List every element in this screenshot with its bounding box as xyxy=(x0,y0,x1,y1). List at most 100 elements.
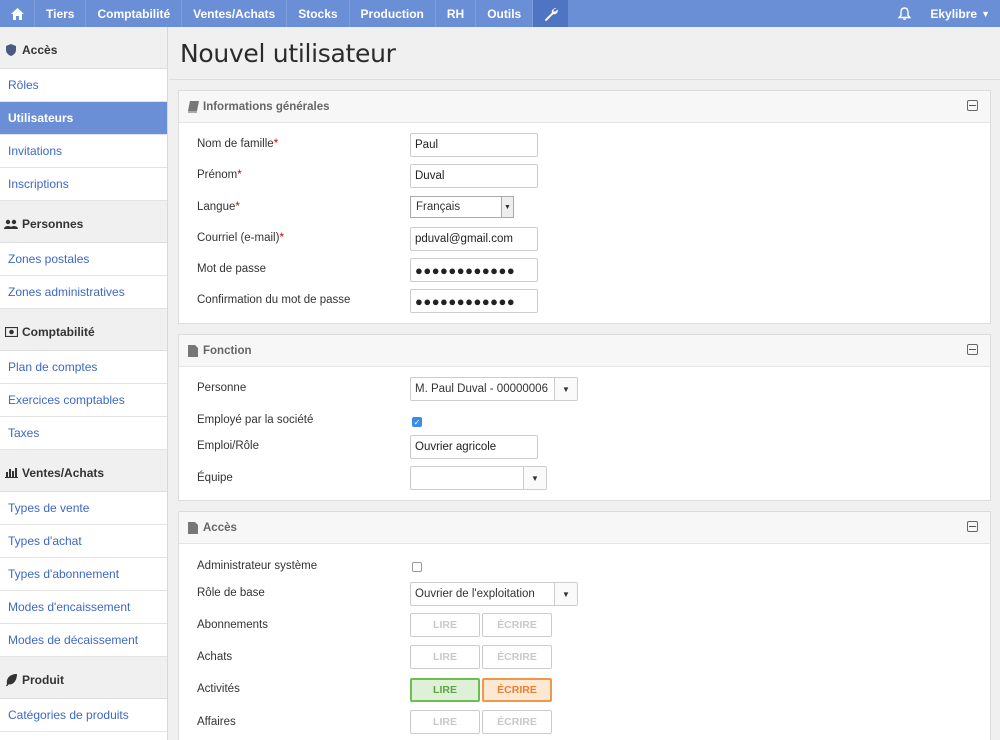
permission-label: Abonnements xyxy=(197,619,268,631)
last-name-label: Nom de famille* xyxy=(197,138,278,150)
caret-down-icon[interactable]: ▼ xyxy=(554,583,577,605)
role-label: Emploi/Rôle xyxy=(197,440,259,452)
sidebar-section-title: Accès xyxy=(22,42,58,57)
password-confirm-input[interactable]: ●●●●●●●●●●●● xyxy=(410,289,538,313)
write-toggle[interactable]: ÉCRIRE xyxy=(482,613,552,637)
sidebar-section-title: Produit xyxy=(22,672,64,687)
sidebar-item-zones-postales[interactable]: Zones postales xyxy=(0,243,167,276)
top-navbar: Tiers Comptabilité Ventes/Achats Stocks … xyxy=(0,0,1000,27)
last-name-input[interactable]: Paul xyxy=(410,133,538,157)
notifications-button[interactable] xyxy=(884,0,924,27)
sidebar-item-plan-de-comptes[interactable]: Plan de comptes xyxy=(0,351,167,384)
main-content: Nouvel utilisateur Informations générale… xyxy=(169,27,1000,740)
language-label: Langue* xyxy=(197,201,240,213)
required-marker: * xyxy=(237,169,242,181)
role-input[interactable]: Ouvrier agricole xyxy=(410,435,538,459)
home-button[interactable] xyxy=(0,0,35,27)
collapse-icon[interactable] xyxy=(967,521,978,532)
first-name-label: Prénom* xyxy=(197,169,242,181)
first-name-input[interactable]: Duval xyxy=(410,164,538,188)
permission-label: Affaires xyxy=(197,716,236,728)
shield-icon xyxy=(4,43,18,56)
dropdown-arrow-icon: ▼ xyxy=(501,197,513,217)
write-toggle[interactable]: ÉCRIRE xyxy=(482,710,552,734)
nav-rh[interactable]: RH xyxy=(436,0,477,27)
team-select[interactable]: ▼ xyxy=(410,466,547,490)
required-marker: * xyxy=(279,232,284,244)
panel-title: Accès xyxy=(203,521,237,534)
nav-ventes-achats[interactable]: Ventes/Achats xyxy=(182,0,288,27)
person-select[interactable]: M. Paul Duval - 00000006 ▼ xyxy=(410,377,578,401)
people-icon xyxy=(4,218,18,230)
read-toggle[interactable]: LIRE xyxy=(410,645,480,669)
sidebar-item-exercices-comptables[interactable]: Exercices comptables xyxy=(0,384,167,417)
sidebar-section-personnes: Personnes xyxy=(0,201,167,243)
sidebar-item-roles[interactable]: Rôles xyxy=(0,69,167,102)
person-value: M. Paul Duval - 00000006 xyxy=(415,383,548,395)
sidebar-item-utilisateurs[interactable]: Utilisateurs xyxy=(0,102,167,135)
home-icon xyxy=(10,7,24,20)
password-input[interactable]: ●●●●●●●●●●●● xyxy=(410,258,538,282)
caret-down-icon[interactable]: ▼ xyxy=(523,467,546,489)
sidebar-item-types-dabonnement[interactable]: Types d'abonnement xyxy=(0,558,167,591)
collapse-icon[interactable] xyxy=(967,344,978,355)
sidebar-item-categories-de-produits[interactable]: Catégories de produits xyxy=(0,699,167,732)
language-select[interactable]: Français ▼ xyxy=(410,196,514,218)
permission-label: Achats xyxy=(197,651,233,663)
user-menu[interactable]: Ekylibre ▼ xyxy=(924,0,1000,27)
admin-checkbox[interactable] xyxy=(412,562,422,572)
nav-outils[interactable]: Outils xyxy=(476,0,534,27)
panel-header[interactable]: Accès xyxy=(179,512,990,544)
read-toggle[interactable]: LIRE xyxy=(410,710,480,734)
money-icon xyxy=(4,326,18,338)
write-toggle[interactable]: ÉCRIRE xyxy=(482,645,552,669)
nav-stocks[interactable]: Stocks xyxy=(287,0,350,27)
language-value: Français xyxy=(416,201,461,213)
label-text: Courriel (e-mail) xyxy=(197,232,280,244)
email-label: Courriel (e-mail)* xyxy=(197,232,284,244)
admin-label: Administrateur système xyxy=(197,560,318,572)
read-toggle[interactable]: LIRE xyxy=(410,613,480,637)
sidebar-section-acces: Accès xyxy=(0,27,167,69)
password-label: Mot de passe xyxy=(197,263,267,275)
email-input[interactable]: pduval@gmail.com xyxy=(410,227,538,251)
leaf-icon xyxy=(4,673,18,686)
panel-title: Fonction xyxy=(203,344,252,357)
title-divider xyxy=(169,79,1000,80)
caret-down-icon[interactable]: ▼ xyxy=(554,378,577,400)
sidebar-item-taxes[interactable]: Taxes xyxy=(0,417,167,450)
sidebar-item-inscriptions[interactable]: Inscriptions xyxy=(0,168,167,201)
sidebar-section-title: Ventes/Achats xyxy=(22,465,105,480)
panel-header[interactable]: Informations générales xyxy=(179,91,990,123)
label-text: Langue xyxy=(197,201,236,213)
document-icon xyxy=(188,344,199,357)
sidebar-item-modes-dencaissement[interactable]: Modes d'encaissement xyxy=(0,591,167,624)
check-icon: ✓ xyxy=(413,417,421,427)
page-title: Nouvel utilisateur xyxy=(180,39,396,68)
read-toggle[interactable]: LIRE xyxy=(410,678,480,702)
bell-icon xyxy=(897,6,911,20)
write-toggle[interactable]: ÉCRIRE xyxy=(482,678,552,702)
panel-header[interactable]: Fonction xyxy=(179,335,990,367)
sidebar-item-types-de-vente[interactable]: Types de vente xyxy=(0,492,167,525)
nav-tiers[interactable]: Tiers xyxy=(35,0,87,27)
sidebar-section-title: Personnes xyxy=(22,216,84,231)
label-text: Prénom xyxy=(197,169,238,181)
required-marker: * xyxy=(273,138,279,150)
collapse-icon[interactable] xyxy=(967,100,978,111)
team-label: Équipe xyxy=(197,472,233,484)
sidebar-item-invitations[interactable]: Invitations xyxy=(0,135,167,168)
nav-comptabilite[interactable]: Comptabilité xyxy=(86,0,183,27)
sidebar-item-modes-de-decaissement[interactable]: Modes de décaissement xyxy=(0,624,167,657)
sidebar-item-zones-administratives[interactable]: Zones administratives xyxy=(0,276,167,309)
nav-production[interactable]: Production xyxy=(350,0,436,27)
panel-access: Accès Administrateur système Rôle de bas… xyxy=(178,511,991,740)
panel-general-information: Informations générales Nom de famille* P… xyxy=(178,90,991,324)
sidebar-item-types-dachat[interactable]: Types d'achat xyxy=(0,525,167,558)
base-role-select[interactable]: Ouvrier de l'exploitation ▼ xyxy=(410,582,578,606)
book-icon xyxy=(188,100,199,113)
employed-checkbox[interactable]: ✓ xyxy=(412,417,422,427)
settings-button[interactable] xyxy=(533,0,569,27)
person-label: Personne xyxy=(197,382,247,394)
caret-down-icon: ▼ xyxy=(981,8,990,19)
